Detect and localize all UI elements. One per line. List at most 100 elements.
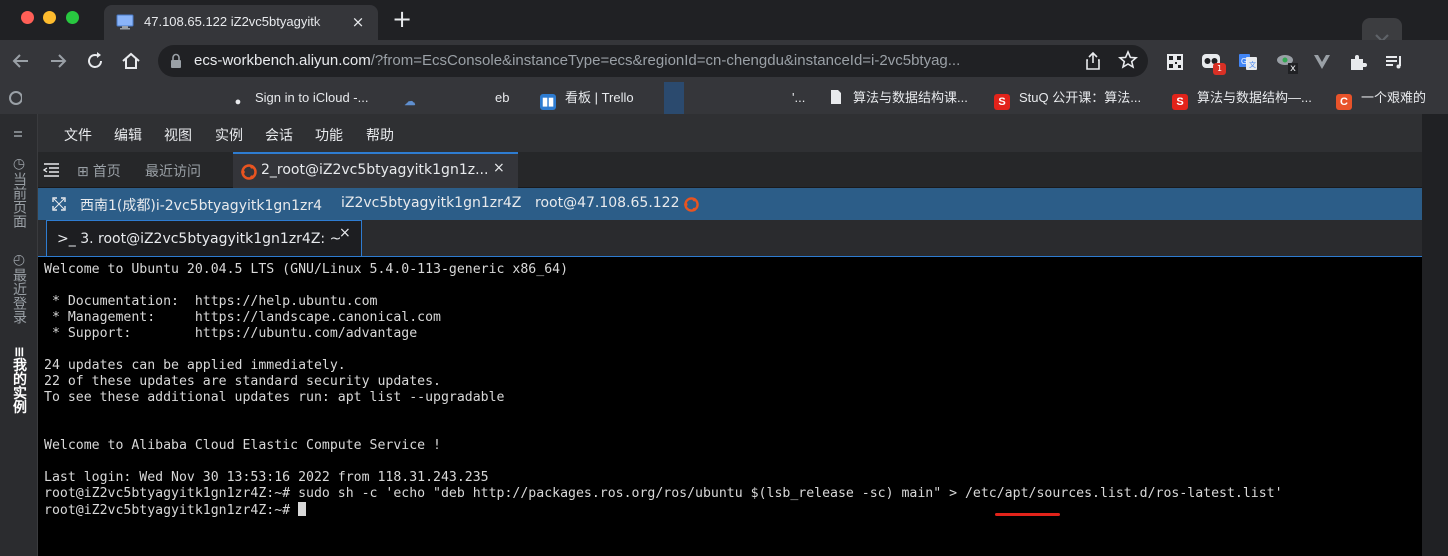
address-bar[interactable]: ecs-workbench.aliyun.com/?from=EcsConsol… (158, 45, 1148, 77)
reload-icon[interactable] (84, 50, 106, 72)
tab-home[interactable]: ⊞ 首页 (77, 161, 121, 181)
window-close-button[interactable] (21, 11, 34, 24)
browser-toolbar: ecs-workbench.aliyun.com/?from=EcsConsol… (0, 40, 1448, 82)
terminal-line: Last login: Wed Nov 30 13:53:16 2022 fro… (44, 470, 489, 485)
window-zoom-button[interactable] (66, 11, 79, 24)
menu-help[interactable]: 帮助 (366, 125, 394, 145)
terminal-tab[interactable]: >_ 3. root@iZ2vc5btyagyitk1gn1zr4Z: ~ × (46, 220, 362, 256)
rail-current-page[interactable]: ◷当前页面 (9, 156, 29, 228)
grid-icon: ⊞ (77, 164, 89, 180)
bookmark-stuq-1[interactable]: S StuQ 公开课：算法... (994, 88, 1141, 110)
terminal-line: * Documentation: https://help.ubuntu.com (44, 294, 378, 309)
screen: 47.108.65.122 iZ2vc5btyagyitk × + ecs-wo… (0, 0, 1448, 556)
terminal-tab-bar: >_ 3. root@iZ2vc5btyagyitk1gn1zr4Z: ~ × (38, 220, 1422, 256)
terminal-prompt-icon: >_ (57, 231, 76, 247)
terminal-line: 22 of these updates are standard securit… (44, 374, 441, 389)
share-icon[interactable] (1084, 51, 1102, 71)
menu-file[interactable]: 文件 (64, 125, 92, 145)
cloud-icon: ☁ (404, 96, 416, 108)
stuq-icon: S (994, 94, 1010, 110)
tab-close-icon[interactable]: × (493, 160, 505, 176)
rail-my-instances[interactable]: ≡我的实例 (9, 346, 29, 414)
google-translate-icon[interactable]: G文 (1237, 51, 1259, 73)
bookmark-icloud[interactable]: ● Sign in to iCloud -... (230, 88, 369, 108)
terminal-line: Welcome to Ubuntu 20.04.5 LTS (GNU/Linux… (44, 262, 569, 277)
remote-desktop-icon (116, 14, 134, 30)
url-text: ecs-workbench.aliyun.com/?from=EcsConsol… (194, 52, 961, 69)
left-rail: ◷当前页面 ◴最近登录 ≡我的实例 (0, 114, 38, 556)
collapse-sidebar-icon[interactable] (43, 162, 60, 178)
clock-icon: ◷ (11, 156, 27, 172)
page-icon (831, 90, 841, 104)
instance-region: 西南1(成都)i-2vc5btyagyitk1gn1zr4 (80, 198, 323, 214)
svg-text:文: 文 (1249, 60, 1256, 69)
apple-icon: ● (234, 96, 242, 108)
highlight-block (664, 82, 684, 114)
lock-icon (171, 53, 181, 68)
workbench-menu-bar: 文件 编辑 视图 实例 会话 功能 帮助 (38, 114, 1422, 152)
terminal-line: 24 updates can be applied immediately. (44, 358, 346, 373)
tab-recent[interactable]: 最近访问 (145, 161, 201, 181)
instance-login: root@47.108.65.122 (535, 195, 680, 211)
bookmark-partial-2[interactable]: '... (792, 88, 805, 108)
bookmark-c[interactable]: C 一个艰难的 (1336, 88, 1426, 110)
menu-edit[interactable]: 编辑 (114, 125, 142, 145)
ubuntu-icon (684, 197, 699, 212)
bookmark-partial[interactable]: ☁ eb (402, 88, 510, 108)
vimium-icon[interactable] (1311, 51, 1333, 73)
browser-tab-close-icon[interactable]: × (350, 13, 366, 31)
window-minimize-button[interactable] (43, 11, 56, 24)
tab-session-active[interactable]: 2_root@iZ2vc5btyagyitk1gn1z... × (233, 152, 518, 188)
browser-tab-active[interactable]: 47.108.65.122 iZ2vc5btyagyitk × (104, 5, 378, 40)
list-icon: ≡ (11, 346, 27, 358)
bookmark-algorithms-course[interactable]: 算法与数据结构课... (828, 88, 968, 108)
terminal-line: To see these additional updates run: apt… (44, 390, 505, 405)
ubuntu-icon (241, 164, 257, 180)
bookmark-stuq-2[interactable]: S 算法与数据结构—... (1172, 88, 1312, 110)
terminal-line: root@iZ2vc5btyagyitk1gn1zr4Z:~# sudo sh … (44, 486, 1283, 501)
menu-view[interactable]: 视图 (164, 125, 192, 145)
bookmarks-bar: ● Sign in to iCloud -... ☁ eb ▮▮ 看板 | Trell… (0, 82, 1448, 114)
terminal-prompt-line: root@iZ2vc5btyagyitk1gn1zr4Z:~# (44, 502, 1422, 518)
menu-features[interactable]: 功能 (315, 125, 343, 145)
instance-hostname: iZ2vc5btyagyitk1gn1zr4Z (341, 195, 522, 211)
menu-instance[interactable]: 实例 (215, 125, 243, 145)
terminal-line: * Support: https://ubuntu.com/advantage (44, 326, 418, 341)
window-right-edge (1422, 114, 1448, 556)
terminal-line: Welcome to Alibaba Cloud Elastic Compute… (44, 438, 441, 453)
terminal-tab-close-icon[interactable]: × (339, 225, 351, 241)
tampermonkey-extension-button[interactable]: 1 (1200, 51, 1226, 75)
workbench-tabs: ⊞ 首页 最近访问 2_root@iZ2vc5btyagyitk1gn1z... … (38, 152, 1422, 188)
back-icon[interactable] (10, 50, 32, 72)
annotation-underline (995, 513, 1060, 516)
instance-info-bar: 西南1(成都)i-2vc5btyagyitk1gn1zr4 iZ2vc5btya… (38, 188, 1422, 220)
menu-session[interactable]: 会话 (265, 125, 293, 145)
browser-tab-strip: 47.108.65.122 iZ2vc5btyagyitk × + (0, 0, 1448, 58)
trello-icon: ▮▮ (540, 94, 556, 110)
c-icon: C (1336, 94, 1352, 110)
forward-icon[interactable] (47, 50, 69, 72)
bookmark-trello[interactable]: ▮▮ 看板 | Trello (540, 88, 634, 110)
eye-extension-button[interactable]: x (1275, 51, 1298, 74)
fullscreen-icon[interactable] (52, 197, 66, 211)
puzzle-extensions-icon[interactable] (1347, 51, 1369, 73)
terminal-cursor (298, 502, 307, 516)
qr-extension-icon[interactable] (1164, 51, 1186, 73)
terminal-line: * Management: https://landscape.canonica… (44, 310, 441, 325)
media-queue-icon[interactable] (1383, 51, 1405, 73)
bookmark-star-icon[interactable] (1118, 50, 1138, 70)
rail-recent-logins[interactable]: ◴最近登录 (9, 252, 29, 324)
terminal-output[interactable]: Welcome to Ubuntu 20.04.5 LTS (GNU/Linux… (38, 256, 1422, 556)
new-tab-button[interactable]: + (392, 7, 412, 31)
browser-tab-title: 47.108.65.122 iZ2vc5btyagyitk (144, 14, 321, 29)
history-icon: ◴ (11, 252, 27, 268)
extension-x-badge: x (1288, 63, 1298, 74)
home-icon[interactable] (120, 50, 142, 72)
extension-badge: 1 (1213, 63, 1226, 75)
rail-top-icon (14, 131, 22, 137)
svg-text:G: G (1241, 57, 1247, 66)
